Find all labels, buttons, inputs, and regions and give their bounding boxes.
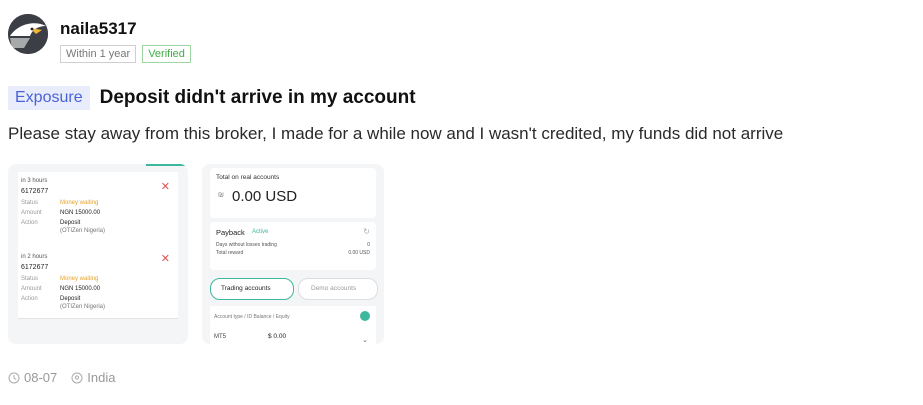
attachment-image-1[interactable]: in 3 hours 6172677 ✕ Status Money waitin… (8, 164, 188, 344)
post-title[interactable]: Deposit didn't arrive in my account (100, 87, 416, 109)
status-label: Status (21, 276, 39, 282)
location-pin-icon (71, 372, 83, 383)
author-tags: Within 1 year Verified (60, 45, 191, 63)
close-icon: ✕ (160, 181, 170, 193)
transaction-card: in 2 hours 6172677 ✕ Status Money waitin… (18, 248, 178, 319)
days-label: Days without losses trading (216, 242, 277, 248)
post-footer: 08-07 India (8, 370, 115, 385)
eagle-icon (8, 14, 48, 54)
exposure-badge: Exposure (8, 86, 90, 110)
status-value: Money waiting (60, 200, 99, 206)
post-location: India (71, 370, 115, 385)
amount-value: NGN 15000.00 (60, 210, 101, 216)
add-account-icon[interactable] (360, 311, 370, 321)
location-text: India (87, 370, 116, 385)
transaction-card: in 3 hours 6172677 ✕ Status Money waitin… (18, 172, 178, 255)
table-header: Account type / ID Balance / Equity (214, 314, 290, 320)
payback-card: Payback Active ↻ Days without losses tra… (210, 222, 376, 270)
clock-icon (8, 372, 20, 383)
avatar[interactable] (8, 14, 48, 54)
payback-status: Active (252, 229, 269, 235)
tab-demo-label: Demo accounts (311, 285, 357, 292)
amount-label: Amount (21, 286, 42, 292)
verified-tag: Verified (142, 45, 191, 63)
action-label: Action (21, 220, 38, 226)
action-sub: (OTIZen Nigeria) (60, 228, 106, 234)
status-label: Status (21, 200, 39, 206)
post-date: 08-07 (8, 370, 57, 385)
close-icon: ✕ (160, 253, 170, 265)
amount-value: NGN 15000.00 (60, 286, 101, 292)
chevron-down-icon: ⌄ (362, 337, 368, 344)
reward-value: 0.00 USD (348, 250, 370, 256)
tab-demo-accounts[interactable]: Demo accounts (298, 278, 378, 300)
balance-value: 0.00 USD (232, 188, 298, 205)
date-text: 08-07 (24, 370, 58, 385)
amount-label: Amount (21, 210, 42, 216)
total-label: Total on real accounts (216, 174, 280, 181)
duration-tag: Within 1 year (60, 45, 137, 63)
currency-icon: ₪ (218, 192, 224, 199)
reward-label: Total reward (216, 250, 244, 256)
refresh-icon: ↻ (363, 227, 370, 236)
days-value: 0 (367, 242, 370, 248)
username[interactable]: naila5317 (60, 19, 137, 39)
action-value: Deposit (60, 220, 81, 226)
attachment-image-2[interactable]: Total on real accounts ₪ 0.00 USD Paybac… (202, 164, 384, 344)
card-time: in 3 hours (21, 178, 48, 184)
post-body: Please stay away from this broker, I mad… (8, 124, 784, 143)
balance-card: Total on real accounts ₪ 0.00 USD (210, 168, 376, 218)
tab-trading-label: Trading accounts (221, 285, 271, 292)
card-time: in 2 hours (21, 254, 48, 260)
tab-trading-accounts[interactable]: Trading accounts (210, 278, 294, 300)
status-value: Money waiting (60, 276, 99, 282)
action-sub: (OTIZen Nigeria) (60, 304, 106, 310)
action-value: Deposit (60, 296, 81, 302)
accounts-table: Account type / ID Balance / Equity MT5 $… (210, 306, 376, 344)
action-label: Action (21, 296, 38, 302)
card-id: 6172677 (21, 188, 49, 195)
row-balance: $ 0.00 (268, 333, 287, 340)
payback-label: Payback (216, 228, 245, 237)
card-id: 6172677 (21, 264, 49, 271)
post-title-row: Exposure Deposit didn't arrive in my acc… (8, 86, 416, 110)
row-type: MT5 (214, 334, 226, 340)
